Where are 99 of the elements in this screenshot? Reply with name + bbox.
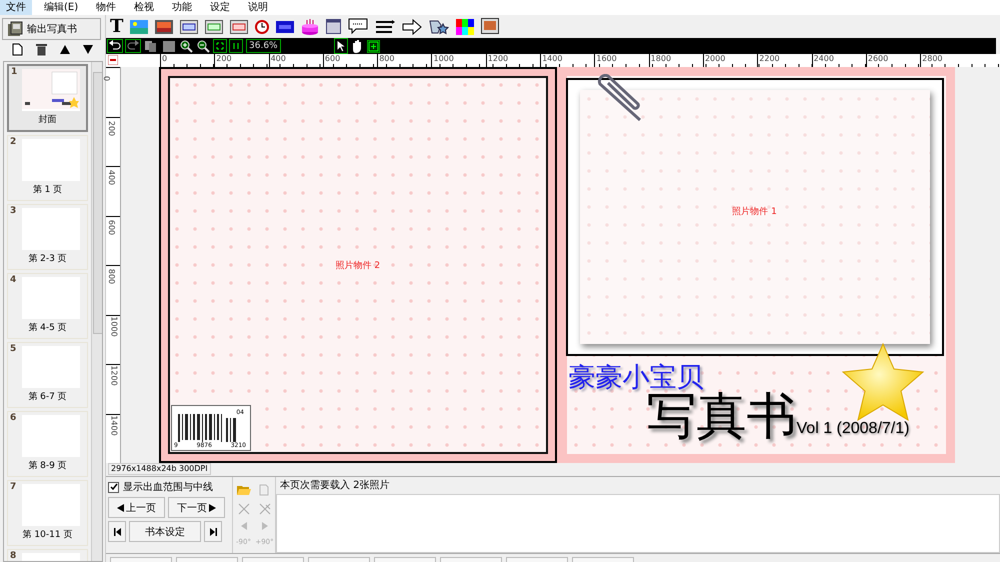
- page-label: 第 10-11 页: [22, 528, 72, 541]
- lines-icon[interactable]: [375, 18, 396, 34]
- frame-icon[interactable]: [230, 20, 248, 34]
- photo-label: 照片物件 2: [335, 260, 380, 272]
- paste-icon[interactable]: [162, 40, 176, 52]
- ruler-label: 600: [107, 219, 116, 235]
- ruler-label: 200: [214, 54, 269, 67]
- first-page-button[interactable]: [108, 521, 126, 542]
- hand-icon[interactable]: [350, 39, 364, 53]
- star-icon[interactable]: [429, 18, 450, 34]
- fit-icon[interactable]: [214, 40, 226, 52]
- move-down-icon[interactable]: [82, 44, 93, 54]
- ruler-label: 1200: [486, 54, 540, 67]
- ruler-label: 0: [102, 76, 112, 82]
- page-thumbnail[interactable]: 5 第 6-7 页: [7, 342, 88, 408]
- menu-item[interactable]: 文件: [0, 0, 32, 15]
- ruler-label: 0: [160, 54, 214, 67]
- ruler-label: 400: [107, 170, 116, 186]
- checkbox-label: 显示出血范围与中线: [123, 480, 213, 494]
- ruler-label: 400: [268, 54, 323, 67]
- page-thumbnail[interactable]: 2 第 1 页: [7, 135, 88, 201]
- page-label: 第 8-9 页: [28, 460, 67, 472]
- ruler-label: 600: [322, 54, 378, 67]
- page-number: 5: [10, 344, 16, 354]
- last-page-icon: [210, 528, 216, 536]
- checkbox[interactable]: [108, 482, 119, 492]
- status-text: 2976x1488x24b 300DPI: [108, 463, 211, 475]
- previous-page-button[interactable]: 上一页: [108, 497, 165, 518]
- ruler-label: 1200: [110, 365, 119, 386]
- menu-item[interactable]: 检视: [128, 0, 160, 15]
- ruler-label: 800: [377, 54, 432, 67]
- book-settings-button[interactable]: 书本设定: [129, 521, 201, 542]
- book-title: 豪豪小宝贝: [568, 362, 704, 393]
- left-triangle-icon: [117, 504, 124, 512]
- page-number: 1: [11, 67, 18, 77]
- menu-item[interactable]: 物件: [90, 0, 122, 15]
- tag-icon[interactable]: [276, 20, 294, 32]
- actual-size-icon[interactable]: [230, 40, 242, 52]
- page-number: 2: [10, 137, 16, 147]
- image-icon[interactable]: [130, 20, 148, 34]
- undo-icon[interactable]: [108, 40, 122, 52]
- arrow-icon[interactable]: [402, 18, 422, 34]
- photo-edit-icon[interactable]: [481, 18, 500, 36]
- menu-item[interactable]: 设定: [204, 0, 236, 15]
- cake-icon[interactable]: [301, 18, 320, 36]
- scrollbar[interactable]: [91, 62, 102, 561]
- check-icon: [110, 483, 118, 491]
- zoom-out-icon[interactable]: [197, 40, 210, 52]
- page-label: 第 4-5 页: [28, 322, 67, 334]
- menu-item[interactable]: 功能: [166, 0, 198, 15]
- speech-bubble-icon[interactable]: [348, 18, 368, 36]
- move-up-icon[interactable]: [60, 44, 70, 54]
- page-thumbnail[interactable]: 6 第 8-9 页: [7, 411, 88, 477]
- pointer-icon[interactable]: [334, 39, 347, 53]
- page-thumbnail[interactable]: 7 第 10-11 页: [7, 480, 88, 546]
- zoom-level: 36.6%: [246, 39, 281, 53]
- redo-icon[interactable]: [126, 40, 140, 52]
- ruler-label: 1000: [110, 316, 119, 336]
- page-number: 6: [10, 413, 16, 423]
- photo-label: 照片物件 1: [732, 206, 777, 218]
- text-tool[interactable]: T: [110, 16, 124, 36]
- image-icon[interactable]: [155, 20, 174, 34]
- calendar-icon[interactable]: [326, 19, 342, 34]
- new-page-icon[interactable]: [12, 42, 24, 56]
- first-page-icon: [114, 528, 120, 536]
- page-number: 7: [10, 482, 16, 492]
- export-button[interactable]: 输出写真书: [2, 18, 101, 40]
- page-thumbnail[interactable]: 1 封面: [7, 64, 88, 132]
- color-grid-icon[interactable]: [456, 18, 474, 34]
- menu-item[interactable]: 编辑(E): [38, 0, 84, 15]
- ruler-label: 1000: [431, 54, 486, 67]
- page-number: 8: [10, 551, 16, 561]
- add-icon[interactable]: [368, 40, 379, 52]
- last-page-button[interactable]: [204, 521, 222, 542]
- frame-icon[interactable]: [205, 20, 224, 34]
- ruler-label: 1400: [110, 414, 119, 436]
- trash-icon[interactable]: [36, 42, 48, 56]
- page-label: 第 1 页: [32, 184, 62, 196]
- bleed-checkbox[interactable]: 显示出血范围与中线: [108, 480, 230, 494]
- pixel-unit-icon[interactable]: [108, 55, 118, 65]
- page-label: 第 2-3 页: [28, 252, 67, 265]
- zoom-in-icon[interactable]: [180, 40, 193, 52]
- page-number: 3: [10, 206, 16, 216]
- next-page-button[interactable]: 下一页: [168, 497, 225, 518]
- page-thumbnail[interactable]: 4 第 4-5 页: [7, 273, 88, 339]
- volume-text: Vol 1 (2008/7/1): [796, 420, 910, 438]
- page-thumbnail[interactable]: 3 第 2-3 页: [7, 204, 88, 270]
- page-thumbnail[interactable]: 8: [7, 549, 88, 561]
- right-triangle-icon: [209, 504, 216, 512]
- copy-icon[interactable]: [144, 40, 158, 52]
- page-label: 第 6-7 页: [28, 390, 67, 403]
- ruler-label: 200: [107, 120, 116, 136]
- message-text: 本页次需要载入 2张照片: [279, 478, 391, 493]
- ruler-label: 800: [107, 268, 116, 284]
- frame-icon[interactable]: [180, 20, 198, 34]
- menu-item[interactable]: 说明: [242, 0, 274, 15]
- page-label: 封面: [38, 114, 56, 126]
- page-number: 4: [10, 275, 16, 285]
- clock-icon[interactable]: [255, 20, 270, 34]
